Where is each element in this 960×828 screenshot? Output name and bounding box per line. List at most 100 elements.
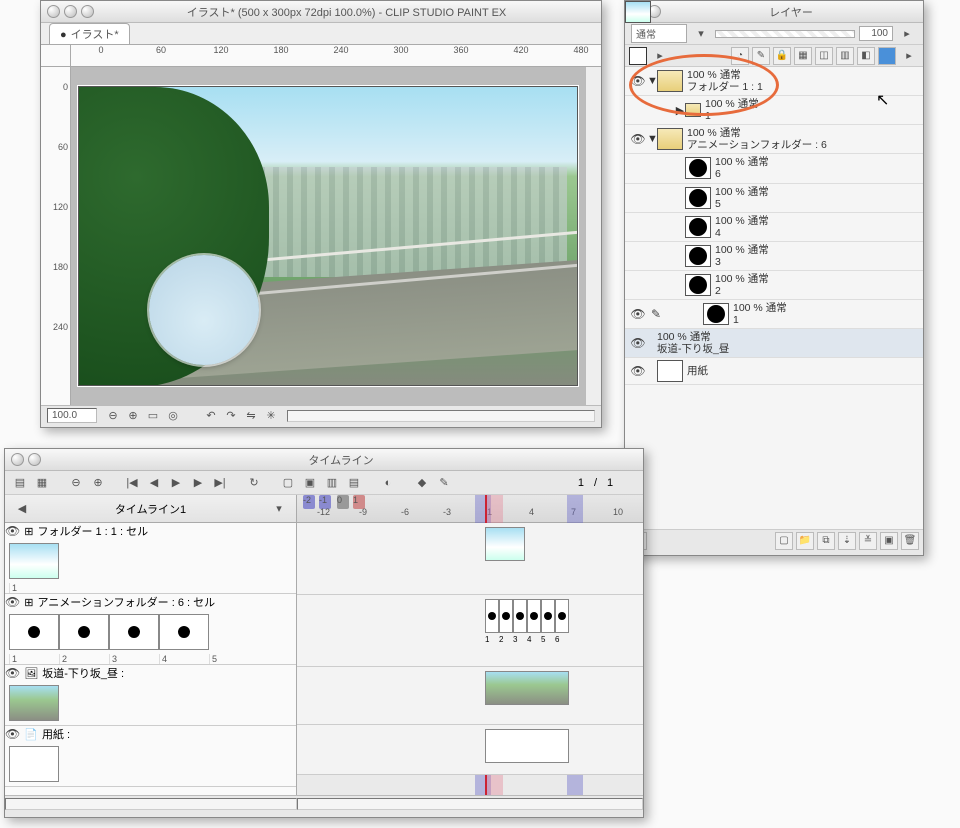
layer-thumbnail[interactable] (685, 187, 711, 209)
visibility-icon[interactable]: 👁 (629, 364, 647, 378)
zoom-in-icon[interactable]: ⊕ (89, 474, 107, 492)
zoom-icon[interactable] (81, 5, 94, 18)
del-cel-icon[interactable]: ▤ (345, 474, 363, 492)
flip-icon[interactable]: ⇋ (243, 408, 259, 424)
timeline-titlebar[interactable]: タイムライン (5, 449, 643, 471)
canvas[interactable] (78, 86, 578, 386)
layer-thumbnail[interactable] (657, 360, 683, 382)
timeline-name[interactable]: タイムライン1 (31, 501, 270, 517)
duplicate-icon[interactable]: ⧉ (817, 532, 835, 550)
timeline-settings-icon[interactable]: ▦ (33, 474, 51, 492)
layer-thumbnail[interactable] (685, 245, 711, 267)
track-header[interactable]: 👁📄用紙 : (5, 726, 296, 742)
timeline-track[interactable]: 👁📄用紙 : (5, 726, 296, 787)
effect-icon[interactable]: ▥ (836, 47, 854, 65)
new-layer-icon[interactable]: ▢ (775, 532, 793, 550)
tone-icon[interactable]: ◧ (857, 47, 875, 65)
cel[interactable] (541, 599, 555, 633)
close-icon[interactable] (47, 5, 60, 18)
color-icon[interactable] (878, 47, 896, 65)
spec-cel-icon[interactable]: ▣ (301, 474, 319, 492)
keyframe-icon[interactable]: ◆ (413, 474, 431, 492)
layer-row[interactable]: 👁100 % 通常坂道-下り坂_昼 (625, 329, 923, 358)
layer-row[interactable]: 👁▼100 % 通常アニメーションフォルダー : 6 (625, 125, 923, 154)
track-thumb[interactable] (159, 614, 209, 650)
onion-marker[interactable]: -2 (303, 495, 315, 509)
edit-icon[interactable]: ✎ (435, 474, 453, 492)
ruler-icon[interactable]: ◫ (815, 47, 833, 65)
merge-icon[interactable]: ≚ (859, 532, 877, 550)
onion-icon[interactable]: ◐ (379, 474, 397, 492)
document-tab[interactable]: ●イラスト* (49, 23, 130, 44)
twisty-icon[interactable]: ▼ (647, 133, 657, 145)
layer-thumbnail[interactable] (657, 70, 683, 92)
first-frame-icon[interactable]: |◀ (123, 474, 141, 492)
new-folder-icon[interactable]: 📁 (796, 532, 814, 550)
cel[interactable] (485, 671, 569, 705)
visibility-icon[interactable]: 👁 (629, 307, 647, 321)
layer-row[interactable]: 👁用紙 (625, 358, 923, 385)
rotate-right-icon[interactable]: ↷ (223, 408, 239, 424)
lock-icon[interactable]: 🔒 (773, 47, 791, 65)
zoom-out-icon[interactable]: ⊖ (105, 408, 121, 424)
close-icon[interactable] (11, 453, 24, 466)
visibility-icon[interactable]: 👁 (5, 727, 20, 741)
cel[interactable] (513, 599, 527, 633)
play-icon[interactable]: ▶ (167, 474, 185, 492)
zoom-field[interactable]: 100.0 (47, 408, 97, 423)
opacity-slider[interactable] (715, 30, 855, 38)
track-thumb[interactable] (9, 746, 59, 782)
batch-cel-icon[interactable]: ▥ (323, 474, 341, 492)
timeline-frames-area[interactable]: -2 -1 0 1 -12 -9 -6 -3 1 4 7 10 (297, 495, 643, 795)
layer-thumbnail[interactable] (657, 128, 683, 150)
timeline-track[interactable]: 👁⊞フォルダー 1 : 1 : セル1 (5, 523, 296, 594)
onion-marker[interactable]: 0 (337, 495, 349, 509)
vertical-scrollbar[interactable] (585, 67, 601, 405)
dropdown-icon[interactable]: ▾ (270, 500, 288, 518)
stepper-icon[interactable]: ▸ (652, 48, 668, 64)
opacity-field[interactable] (859, 26, 893, 41)
timeline-hscroll-left[interactable] (5, 798, 297, 810)
canvas-area[interactable] (71, 67, 585, 405)
dropdown-icon[interactable]: ▾ (693, 26, 709, 42)
visibility-icon[interactable]: 👁 (5, 666, 20, 680)
zoom-in-icon[interactable]: ⊕ (125, 408, 141, 424)
next-frame-icon[interactable]: ▶ (189, 474, 207, 492)
fit-icon[interactable]: ▭ (145, 408, 161, 424)
track-header[interactable]: 👁⊞アニメーションフォルダー : 6 : セル (5, 594, 296, 610)
mask-icon[interactable]: ▦ (794, 47, 812, 65)
twisty-icon[interactable]: ▶ (675, 104, 685, 117)
minimize-icon[interactable] (28, 453, 41, 466)
cel[interactable] (485, 527, 525, 561)
new-timeline-icon[interactable]: ▤ (11, 474, 29, 492)
ref-icon[interactable]: ✎ (752, 47, 770, 65)
layers-titlebar[interactable]: レイヤー (625, 1, 923, 23)
rotate-left-icon[interactable]: ↶ (203, 408, 219, 424)
track-thumb[interactable] (9, 614, 59, 650)
layer-row[interactable]: 100 % 通常6 (625, 154, 923, 183)
timeline-track[interactable]: 👁🖼坂道-下り坂_昼 : (5, 665, 296, 726)
layer-thumbnail[interactable] (703, 303, 729, 325)
color-swatch[interactable] (629, 47, 647, 65)
flatten-icon[interactable]: ▣ (880, 532, 898, 550)
track-thumb[interactable] (9, 685, 59, 721)
timeline-track[interactable]: 👁⊞アニメーションフォルダー : 6 : セル12345 (5, 594, 296, 665)
clip-icon[interactable]: ◔ (731, 47, 749, 65)
cel[interactable] (499, 599, 513, 633)
layer-row[interactable]: 100 % 通常4 (625, 213, 923, 242)
trash-icon[interactable]: 🗑 (901, 532, 919, 550)
loop-icon[interactable]: ↻ (245, 474, 263, 492)
visibility-icon[interactable]: 👁 (629, 132, 647, 146)
canvas-titlebar[interactable]: イラスト* (500 x 300px 72dpi 100.0%) - CLIP … (41, 1, 601, 23)
dropdown-icon[interactable]: ▸ (901, 48, 917, 64)
last-frame-icon[interactable]: ▶| (211, 474, 229, 492)
reset-icon[interactable]: ✳ (263, 408, 279, 424)
track-thumb[interactable] (109, 614, 159, 650)
visibility-icon[interactable]: 👁 (5, 595, 20, 609)
layer-thumbnail[interactable] (685, 274, 711, 296)
cel[interactable] (485, 729, 569, 763)
track-thumb[interactable] (59, 614, 109, 650)
track-header[interactable]: 👁⊞フォルダー 1 : 1 : セル (5, 523, 296, 539)
layer-row[interactable]: 100 % 通常5 (625, 184, 923, 213)
collapse-icon[interactable]: ◀ (13, 500, 31, 518)
